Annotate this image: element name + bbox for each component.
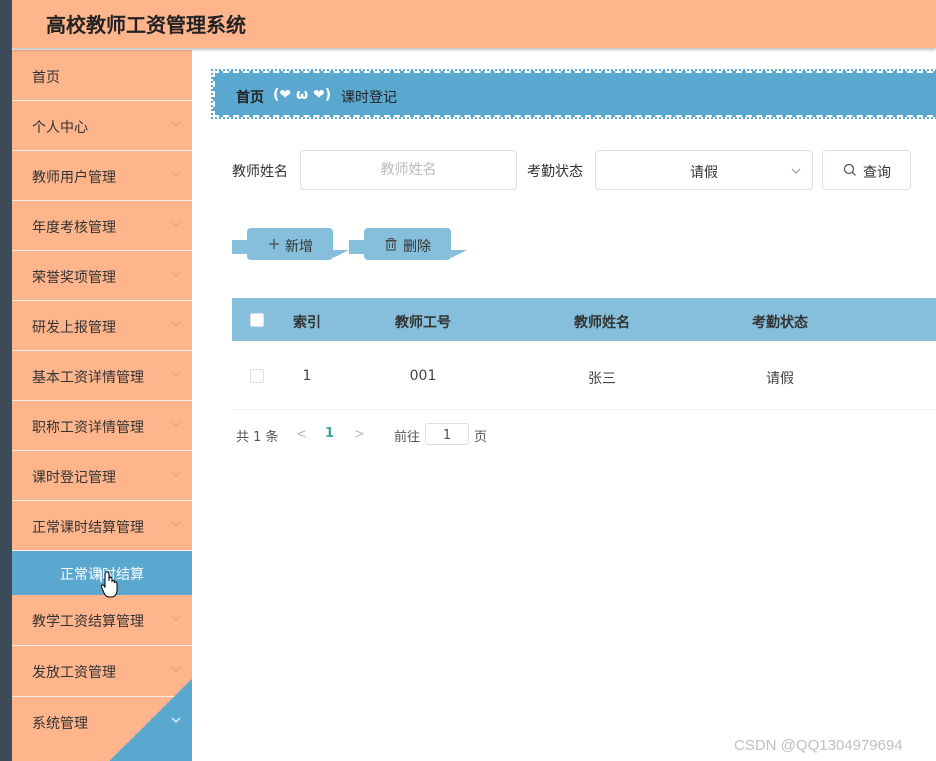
pagination-page-suffix: 页 xyxy=(474,430,488,445)
pagination-total: 共 1 条 xyxy=(236,430,279,445)
delete-button[interactable]: 删除 xyxy=(364,228,451,260)
column-header-attendance: 考勤状态 xyxy=(752,315,808,331)
pagination-current-page[interactable]: 1 xyxy=(325,426,334,441)
chevron-down-icon xyxy=(171,121,181,127)
sidebar-item-label: 课时登记管理 xyxy=(32,470,116,486)
app-window: 高校教师工资管理系统 首页 个人中心 教师用户管理 年度考核管理 荣誉奖项管理 … xyxy=(12,0,936,761)
prev-page-icon[interactable]: < xyxy=(296,427,307,442)
attendance-status-select[interactable]: 请假 xyxy=(595,150,813,190)
sidebar-item-rnd-report[interactable]: 研发上报管理 xyxy=(12,301,192,351)
sidebar-item-label: 正常课时结算管理 xyxy=(32,520,144,536)
column-header-index: 索引 xyxy=(293,315,321,331)
column-header-teacher-name: 教师姓名 xyxy=(574,315,630,331)
sidebar-item-label: 教师用户管理 xyxy=(32,170,116,186)
attendance-status-value: 请假 xyxy=(690,165,718,181)
delete-ribbon-tail xyxy=(451,250,467,258)
hand-cursor-icon xyxy=(100,570,118,598)
sidebar-item-label: 个人中心 xyxy=(32,120,88,136)
chevron-down-icon xyxy=(171,666,181,672)
sidebar-item-title-salary[interactable]: 职称工资详情管理 xyxy=(12,401,192,451)
sidebar-item-label: 系统管理 xyxy=(32,716,88,732)
chevron-down-icon xyxy=(171,321,181,327)
chevron-down-icon xyxy=(791,168,801,174)
sidebar-item-label: 发放工资管理 xyxy=(32,665,116,681)
breadcrumb: 首页 (❤ ω ❤) 课时登记 xyxy=(211,69,936,119)
sidebar-item-normal-hours-settlement[interactable]: 正常课时结算管理 xyxy=(12,501,192,551)
chevron-down-icon xyxy=(171,471,181,477)
sidebar-item-basic-salary[interactable]: 基本工资详情管理 xyxy=(12,351,192,401)
breadcrumb-current: 课时登记 xyxy=(341,90,397,106)
row-checkbox[interactable] xyxy=(250,369,264,383)
sidebar-item-salary-payment[interactable]: 发放工资管理 xyxy=(12,646,192,697)
table-row: 1 001 张三 请假 xyxy=(232,341,936,410)
add-ribbon-tail xyxy=(333,250,349,258)
add-button[interactable]: 新增 xyxy=(247,228,333,260)
trash-icon xyxy=(385,238,397,251)
column-header-teacher-id: 教师工号 xyxy=(395,315,451,331)
cell-attendance: 请假 xyxy=(766,371,794,387)
watermark: CSDN @QQ1304979694 xyxy=(734,737,903,754)
chevron-up-icon xyxy=(171,521,181,527)
chevron-down-icon xyxy=(171,615,181,621)
delete-button-label: 删除 xyxy=(403,239,431,255)
pagination-goto-label: 前往 xyxy=(394,430,421,445)
cell-index: 1 xyxy=(302,368,312,384)
sidebar-item-personal-center[interactable]: 个人中心 xyxy=(12,101,192,151)
add-ribbon-left xyxy=(232,240,248,254)
sidebar-menu: 首页 个人中心 教师用户管理 年度考核管理 荣誉奖项管理 研发上报管理 基本工资… xyxy=(12,50,192,761)
sidebar-item-class-hours[interactable]: 课时登记管理 xyxy=(12,451,192,501)
sidebar-item-label: 职称工资详情管理 xyxy=(32,420,144,436)
search-button-label: 查询 xyxy=(863,165,891,181)
sidebar-item-system[interactable]: 系统管理 xyxy=(12,697,192,747)
sidebar-item-label: 首页 xyxy=(32,70,60,86)
cell-teacher-name: 张三 xyxy=(588,371,616,387)
sidebar-item-annual-assessment[interactable]: 年度考核管理 xyxy=(12,201,192,251)
breadcrumb-home-link[interactable]: 首页 xyxy=(236,87,264,107)
sidebar-item-home[interactable]: 首页 xyxy=(12,50,192,101)
search-icon xyxy=(843,163,856,176)
pagination-goto-input[interactable] xyxy=(426,425,468,446)
table-header: 索引 教师工号 教师姓名 考勤状态 年 xyxy=(232,298,936,341)
teacher-name-label: 教师姓名 xyxy=(232,164,288,180)
sidebar-item-label: 基本工资详情管理 xyxy=(32,370,144,386)
sidebar-item-honors[interactable]: 荣誉奖项管理 xyxy=(12,251,192,301)
chevron-down-icon xyxy=(171,221,181,227)
add-button-label: 新增 xyxy=(285,239,313,255)
pagination-goto-input-wrapper xyxy=(425,423,469,446)
breadcrumb-separator: (❤ ω ❤) xyxy=(273,87,332,103)
chevron-down-icon xyxy=(171,271,181,277)
teacher-name-input-wrapper xyxy=(300,150,517,190)
chevron-down-icon xyxy=(171,421,181,427)
sidebar-item-teaching-salary[interactable]: 教学工资结算管理 xyxy=(12,595,192,646)
sidebar-item-label: 研发上报管理 xyxy=(32,320,116,336)
delete-ribbon-left xyxy=(349,240,365,254)
sidebar-item-label: 年度考核管理 xyxy=(32,220,116,236)
chevron-down-icon xyxy=(171,171,181,177)
plus-icon xyxy=(269,239,279,249)
chevron-down-icon xyxy=(171,717,181,723)
sidebar-item-label: 荣誉奖项管理 xyxy=(32,270,116,286)
system-title: 高校教师工资管理系统 xyxy=(46,13,246,37)
select-all-checkbox[interactable] xyxy=(250,313,264,327)
search-button[interactable]: 查询 xyxy=(822,150,911,190)
teacher-name-input[interactable] xyxy=(301,151,516,189)
chevron-down-icon xyxy=(171,371,181,377)
top-header: 高校教师工资管理系统 xyxy=(12,0,936,48)
attendance-status-label: 考勤状态 xyxy=(527,164,583,180)
cell-teacher-id: 001 xyxy=(409,368,437,384)
sidebar-item-label: 教学工资结算管理 xyxy=(32,614,144,630)
sidebar-item-teacher-users[interactable]: 教师用户管理 xyxy=(12,151,192,201)
next-page-icon[interactable]: > xyxy=(354,427,365,442)
